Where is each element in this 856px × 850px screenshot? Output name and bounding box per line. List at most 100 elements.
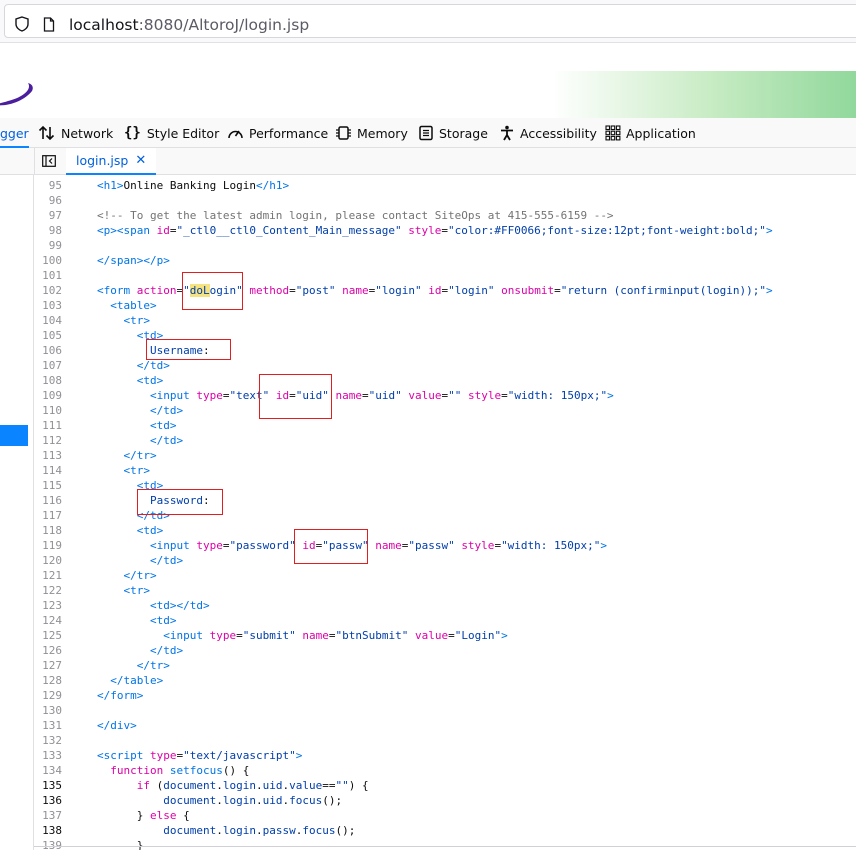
line-number[interactable]: 111 [34,418,62,433]
code-line[interactable]: 117 </td> [34,508,856,523]
code-line[interactable]: 129 </form> [34,688,856,703]
code-line[interactable]: 130 [34,703,856,718]
tab-debugger[interactable]: gger [0,118,29,148]
line-number[interactable]: 96 [34,193,62,208]
code-line[interactable]: 120 </td> [34,553,856,568]
code-line[interactable]: 138 document.login.passw.focus(); [34,823,856,838]
line-number[interactable]: 129 [34,688,62,703]
line-number[interactable]: 109 [34,388,62,403]
line-number[interactable]: 134 [34,763,62,778]
line-number[interactable]: 137 [34,808,62,823]
code-line[interactable]: 107 </td> [34,358,856,373]
code-line[interactable]: 123 <td></td> [34,598,856,613]
line-number[interactable]: 101 [34,268,62,283]
code-line[interactable]: 106 Username: [34,343,856,358]
line-number[interactable]: 100 [34,253,62,268]
line-number[interactable]: 103 [34,298,62,313]
line-number[interactable]: 139 [34,838,62,850]
code-line[interactable]: 135 if (document.login.uid.value=="") { [34,778,856,793]
line-number[interactable]: 132 [34,733,62,748]
code-line[interactable]: 102 <form action="doLogin" method="post" … [34,283,856,298]
code-line[interactable]: 111 <td> [34,418,856,433]
line-number[interactable]: 95 [34,178,62,193]
code-line[interactable]: 137 } else { [34,808,856,823]
close-icon[interactable]: ✕ [135,153,146,168]
line-number[interactable]: 98 [34,223,62,238]
code-line[interactable]: 139 } [34,838,856,850]
line-number[interactable]: 131 [34,718,62,733]
line-number[interactable]: 123 [34,598,62,613]
tab-style-editor[interactable]: {} Style Editor [124,118,219,148]
code-line[interactable]: 124 <td> [34,613,856,628]
line-number[interactable]: 120 [34,553,62,568]
line-number[interactable]: 125 [34,628,62,643]
code-line[interactable]: 109 <input type="text" id="uid" name="ui… [34,388,856,403]
code-line[interactable]: 126 </td> [34,643,856,658]
line-number[interactable]: 122 [34,583,62,598]
tab-application[interactable]: Application [605,118,696,148]
line-number[interactable]: 128 [34,673,62,688]
code-line[interactable]: 112 </td> [34,433,856,448]
code-line[interactable]: 104 <tr> [34,313,856,328]
line-number[interactable]: 107 [34,358,62,373]
line-number[interactable]: 99 [34,238,62,253]
code-line[interactable]: 116 Password: [34,493,856,508]
line-number[interactable]: 105 [34,328,62,343]
code-line[interactable]: 101 [34,268,856,283]
code-line[interactable]: 99 [34,238,856,253]
code-line[interactable]: 113 </tr> [34,448,856,463]
tab-storage[interactable]: Storage [418,118,488,148]
code-line[interactable]: 98 <p><span id="_ctl0__ctl0_Content_Main_… [34,223,856,238]
line-number[interactable]: 124 [34,613,62,628]
source-tab-login-jsp[interactable]: login.jsp ✕ [66,148,157,175]
code-line[interactable]: 125 <input type="submit" name="btnSubmit… [34,628,856,643]
code-line[interactable]: 115 <td> [34,478,856,493]
code-line[interactable]: 122 <tr> [34,583,856,598]
line-number[interactable]: 112 [34,433,62,448]
code-line[interactable]: 128 </table> [34,673,856,688]
code-line[interactable]: 114 <tr> [34,463,856,478]
line-number[interactable]: 108 [34,373,62,388]
sidebar-toggle-icon[interactable] [42,155,56,167]
code-line[interactable]: 95 <h1>Online Banking Login</h1> [34,178,856,193]
source-editor[interactable]: 95 <h1>Online Banking Login</h1> 96 97 <!-- … [34,175,856,850]
line-number[interactable]: 138 [34,823,62,838]
line-number[interactable]: 117 [34,508,62,523]
line-number[interactable]: 127 [34,658,62,673]
code-line[interactable]: 136 document.login.uid.focus(); [34,793,856,808]
code-line[interactable]: 110 </td> [34,403,856,418]
line-number[interactable]: 136 [34,793,62,808]
url-text[interactable]: localhost:8080/AltoroJ/login.jsp [69,16,309,34]
code-line[interactable]: 119 <input type="password" id="passw" na… [34,538,856,553]
address-field[interactable]: localhost:8080/AltoroJ/login.jsp [4,4,856,38]
line-number[interactable]: 97 [34,208,62,223]
code-line[interactable]: 97 <!-- To get the latest admin login, pl… [34,208,856,223]
line-number[interactable]: 118 [34,523,62,538]
code-line[interactable]: 118 <td> [34,523,856,538]
code-line[interactable]: 103 <table> [34,298,856,313]
line-number[interactable]: 126 [34,643,62,658]
tab-performance[interactable]: Performance [227,118,328,148]
code-line[interactable]: 127 </tr> [34,658,856,673]
code-line[interactable]: 131 </div> [34,718,856,733]
line-number[interactable]: 135 [34,778,62,793]
line-number[interactable]: 102 [34,283,62,298]
shield-icon[interactable] [15,16,29,32]
tab-memory[interactable]: Memory [335,118,408,148]
line-number[interactable]: 110 [34,403,62,418]
code-line[interactable]: 133 <script type="text/javascript"> [34,748,856,763]
selected-source-item[interactable] [0,425,28,446]
line-number[interactable]: 121 [34,568,62,583]
line-number[interactable]: 113 [34,448,62,463]
line-number[interactable]: 104 [34,313,62,328]
line-number[interactable]: 106 [34,343,62,358]
tab-network[interactable]: Network [38,118,113,148]
tab-accessibility[interactable]: Accessibility [499,118,597,148]
line-number[interactable]: 115 [34,478,62,493]
code-line[interactable]: 96 [34,193,856,208]
code-line[interactable]: 105 <td> [34,328,856,343]
line-number[interactable]: 130 [34,703,62,718]
code-line[interactable]: 134 function setfocus() { [34,763,856,778]
line-number[interactable]: 114 [34,463,62,478]
code-line[interactable]: 132 [34,733,856,748]
